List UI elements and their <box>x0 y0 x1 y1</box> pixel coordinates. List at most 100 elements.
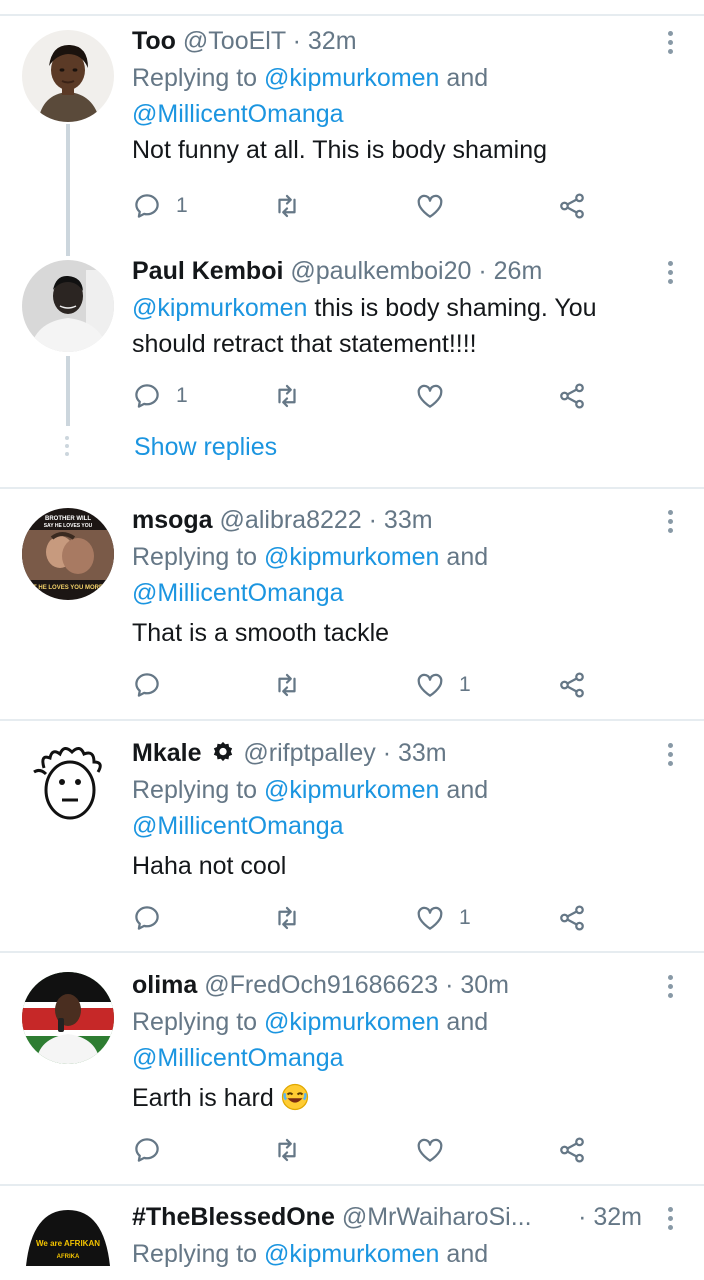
user-handle[interactable]: @MrWaiharoSi... <box>342 1203 532 1231</box>
avatar-caption-2: AFRIKA <box>57 1254 80 1260</box>
mention-link[interactable]: @MillicentOmanga <box>132 96 664 132</box>
retweet-icon <box>278 673 296 697</box>
user-handle[interactable]: @paulkemboi20 <box>290 257 471 285</box>
display-name[interactable]: Paul Kemboi <box>132 257 283 285</box>
timestamp[interactable]: 32m <box>308 27 357 55</box>
avatar-msoga[interactable]: BROTHER WILL SAY HE LOVES YOU T HE LOVES… <box>22 508 114 600</box>
separator-dot: · <box>578 1203 587 1231</box>
mention-link[interactable]: @kipmurkomen <box>264 64 439 92</box>
timestamp[interactable]: 30m <box>460 971 509 999</box>
reply-button[interactable]: 1 <box>132 186 188 226</box>
tweet-divider <box>0 487 704 489</box>
avatar-too[interactable] <box>22 30 114 122</box>
avatar-caption-bottom: T HE LOVES YOU MORE <box>33 585 103 591</box>
more-options-icon[interactable] <box>664 972 676 1002</box>
retweet-button[interactable] <box>272 665 302 705</box>
retweet-button[interactable] <box>272 1130 302 1170</box>
tweet-body-row: Earth is hard <box>132 1080 664 1116</box>
tweet-content: Replying to @kipmurkomen and @MillicentO… <box>132 539 664 651</box>
reply-button[interactable] <box>132 898 162 938</box>
avatar-mkale[interactable] <box>22 738 114 830</box>
tweet-header: msoga @alibra8222 · 33m <box>132 503 644 537</box>
tweet-header: #TheBlessedOne @MrWaiharoSi... <box>132 1200 574 1234</box>
replying-to-prefix: Replying to <box>132 543 265 571</box>
like-button[interactable]: 1 <box>415 665 471 705</box>
share-icon <box>560 383 584 409</box>
share-button[interactable] <box>557 1130 587 1170</box>
mention-link[interactable]: @kipmurkomen <box>264 776 439 804</box>
retweet-icon <box>278 1138 296 1162</box>
user-handle[interactable]: @rifptpalley <box>243 739 375 767</box>
tweet-header: Paul Kemboi @paulkemboi20 · 26m <box>132 254 644 288</box>
more-options-icon[interactable] <box>664 740 676 770</box>
share-icon <box>560 672 584 698</box>
retweet-button[interactable] <box>272 376 302 416</box>
reply-count: 1 <box>176 384 188 407</box>
share-button[interactable] <box>557 186 587 226</box>
share-button[interactable] <box>557 898 587 938</box>
display-name[interactable]: olima <box>132 971 197 999</box>
more-options-icon[interactable] <box>664 258 676 288</box>
mention-link[interactable]: @kipmurkomen <box>264 543 439 571</box>
more-options-icon[interactable] <box>664 1204 676 1234</box>
separator-dot: · <box>445 971 454 999</box>
avatar-caption-top: BROTHER WILL <box>45 516 91 522</box>
mention-link[interactable]: @MillicentOmanga <box>132 575 664 611</box>
timestamp[interactable]: 26m <box>494 257 543 285</box>
avatar-caption-top2: SAY HE LOVES YOU <box>44 523 93 529</box>
mention-link[interactable]: @kipmurkomen <box>264 1240 439 1268</box>
share-icon <box>560 1137 584 1163</box>
replying-to-prefix: Replying to <box>132 1008 265 1036</box>
display-name[interactable]: #TheBlessedOne <box>132 1203 335 1231</box>
tweet-divider <box>0 1184 704 1186</box>
display-name[interactable]: msoga <box>132 506 213 534</box>
reply-button[interactable] <box>132 1130 162 1170</box>
tweet-body: That is a smooth tackle <box>132 619 390 647</box>
timestamp[interactable]: 33m <box>398 739 447 767</box>
timestamp[interactable]: 33m <box>384 506 433 534</box>
tweet-actions <box>132 1130 602 1170</box>
like-button[interactable]: 1 <box>415 898 471 938</box>
avatar-theblessedone[interactable]: We are AFRIKAN AFRIKA <box>22 1206 114 1280</box>
mention-link[interactable]: @MillicentOmanga <box>132 808 664 844</box>
heart-icon <box>417 194 443 218</box>
tweet-header: olima @FredOch91686623 · 30m <box>132 968 644 1002</box>
user-handle[interactable]: @alibra8222 <box>220 506 362 534</box>
share-button[interactable] <box>557 665 587 705</box>
tweet-divider <box>0 719 704 721</box>
replying-to-and: and <box>439 776 489 804</box>
reply-button[interactable] <box>132 665 162 705</box>
show-replies-link[interactable]: Show replies <box>134 433 277 462</box>
thread-line <box>66 356 70 426</box>
avatar-caption-1: We are AFRIKAN <box>36 1239 100 1248</box>
replying-to-and: and <box>439 543 489 571</box>
mention-link[interactable]: @kipmurkomen <box>264 1008 439 1036</box>
reply-button[interactable]: 1 <box>132 376 188 416</box>
avatar-paul-kemboi[interactable] <box>22 260 114 352</box>
replying-to: Replying to @kipmurkomen and <box>132 60 664 96</box>
share-icon <box>560 193 584 219</box>
tweet-actions: 1 <box>132 898 602 938</box>
avatar-olima[interactable] <box>22 972 114 1064</box>
mention-link[interactable]: @kipmurkomen <box>132 294 307 322</box>
tweet-divider <box>0 951 704 953</box>
display-name[interactable]: Mkale <box>132 739 201 767</box>
separator-dot: · <box>368 506 377 534</box>
heart-icon <box>417 1138 443 1162</box>
user-handle[interactable]: @TooElT <box>183 27 286 55</box>
like-button[interactable] <box>415 376 445 416</box>
tweet-header: Too @TooElT · 32m <box>132 24 644 58</box>
reply-count: 1 <box>176 194 188 217</box>
timestamp[interactable]: 32m <box>593 1203 642 1231</box>
user-handle[interactable]: @FredOch91686623 <box>204 971 438 999</box>
more-options-icon[interactable] <box>664 507 676 537</box>
more-options-icon[interactable] <box>664 28 676 58</box>
share-button[interactable] <box>557 376 587 416</box>
like-button[interactable] <box>415 1130 445 1170</box>
like-button[interactable] <box>415 186 445 226</box>
mention-link[interactable]: @MillicentOmanga <box>132 1040 664 1076</box>
verified-badge-icon <box>214 742 233 762</box>
retweet-button[interactable] <box>272 898 302 938</box>
display-name[interactable]: Too <box>132 27 176 55</box>
retweet-button[interactable] <box>272 186 302 226</box>
